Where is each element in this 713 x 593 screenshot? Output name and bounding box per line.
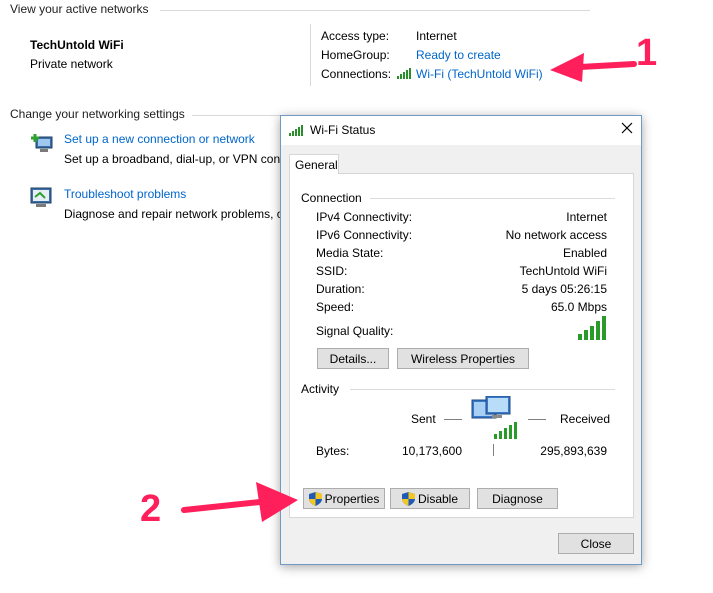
duration-label: Duration: bbox=[316, 282, 365, 296]
access-type-label: Access type: bbox=[321, 29, 390, 43]
ssid-label: SSID: bbox=[316, 264, 348, 278]
divider bbox=[160, 10, 590, 11]
homegroup-label: HomeGroup: bbox=[321, 48, 390, 62]
network-name: TechUntold WiFi bbox=[30, 38, 124, 52]
general-panel: Connection IPv4 Connectivity: Internet I… bbox=[289, 173, 634, 518]
active-networks-heading: View your active networks bbox=[10, 2, 149, 16]
ipv4-value: Internet bbox=[566, 210, 607, 224]
bytes-sent-value: 10,173,600 bbox=[401, 444, 462, 458]
disable-button[interactable]: Disable bbox=[390, 488, 470, 509]
speed-label: Speed: bbox=[316, 300, 355, 314]
divider bbox=[370, 198, 615, 199]
details-button[interactable]: Details... bbox=[317, 348, 389, 369]
properties-button[interactable]: Properties bbox=[303, 488, 385, 509]
wifi-signal-icon bbox=[397, 67, 411, 82]
duration-value: 5 days 05:26:15 bbox=[521, 282, 607, 296]
dialog-titlebar[interactable]: Wi-Fi Status bbox=[281, 116, 641, 145]
troubleshoot-link[interactable]: Troubleshoot problems bbox=[64, 187, 186, 201]
received-label: Received bbox=[560, 412, 611, 426]
divider bbox=[350, 389, 615, 390]
tab-general[interactable]: General bbox=[289, 154, 339, 174]
wifi-status-dialog: Wi-Fi Status General Connection IPv4 Con… bbox=[280, 115, 642, 565]
troubleshoot-icon bbox=[30, 187, 54, 212]
disable-button-label: Disable bbox=[417, 491, 459, 506]
signal-quality-label: Signal Quality: bbox=[316, 324, 394, 338]
close-icon[interactable] bbox=[620, 121, 634, 137]
bytes-label: Bytes: bbox=[316, 444, 350, 458]
troubleshoot-desc: Diagnose and repair network problems, c bbox=[64, 207, 283, 221]
divider bbox=[444, 419, 462, 420]
ipv6-label: IPv6 Connectivity: bbox=[316, 228, 413, 242]
shield-icon bbox=[401, 491, 415, 506]
connections-label: Connections: bbox=[321, 67, 392, 81]
close-button[interactable]: Close bbox=[558, 533, 634, 554]
setup-connection-desc: Set up a broadband, dial-up, or VPN conn bbox=[64, 152, 287, 166]
bytes-received-value: 295,893,639 bbox=[540, 444, 607, 458]
diagnose-button[interactable]: Diagnose bbox=[477, 488, 558, 509]
annotation-number-2: 2 bbox=[140, 488, 162, 530]
network-type: Private network bbox=[30, 57, 113, 71]
settings-heading: Change your networking settings bbox=[10, 107, 185, 121]
wifi-connection-link[interactable]: Wi-Fi (TechUntold WiFi) bbox=[416, 67, 543, 81]
shield-icon bbox=[308, 491, 322, 506]
divider bbox=[192, 115, 282, 116]
network-activity-icon bbox=[470, 395, 522, 443]
new-connection-icon bbox=[30, 131, 54, 158]
sent-label: Sent bbox=[411, 412, 436, 426]
annotation-arrow-1 bbox=[548, 50, 638, 89]
access-type-value: Internet bbox=[416, 29, 457, 43]
connection-group-label: Connection bbox=[301, 191, 362, 205]
setup-connection-link[interactable]: Set up a new connection or network bbox=[64, 132, 255, 146]
wifi-signal-icon bbox=[289, 124, 305, 139]
divider bbox=[310, 24, 311, 86]
properties-button-label: Properties bbox=[324, 491, 380, 506]
divider bbox=[528, 419, 546, 420]
media-state-value: Enabled bbox=[562, 246, 607, 260]
wireless-properties-button[interactable]: Wireless Properties bbox=[397, 348, 529, 369]
activity-group-label: Activity bbox=[301, 382, 340, 396]
dialog-title: Wi-Fi Status bbox=[310, 123, 376, 137]
ipv4-label: IPv4 Connectivity: bbox=[316, 210, 413, 224]
media-state-label: Media State: bbox=[316, 246, 384, 260]
divider bbox=[493, 444, 494, 456]
homegroup-link[interactable]: Ready to create bbox=[416, 48, 501, 62]
ipv6-value: No network access bbox=[505, 228, 607, 242]
ssid-value: TechUntold WiFi bbox=[519, 264, 607, 278]
annotation-arrow-2 bbox=[180, 480, 302, 527]
signal-quality-icon bbox=[578, 316, 608, 343]
speed-value: 65.0 Mbps bbox=[550, 300, 607, 314]
annotation-number-1: 1 bbox=[636, 32, 658, 74]
